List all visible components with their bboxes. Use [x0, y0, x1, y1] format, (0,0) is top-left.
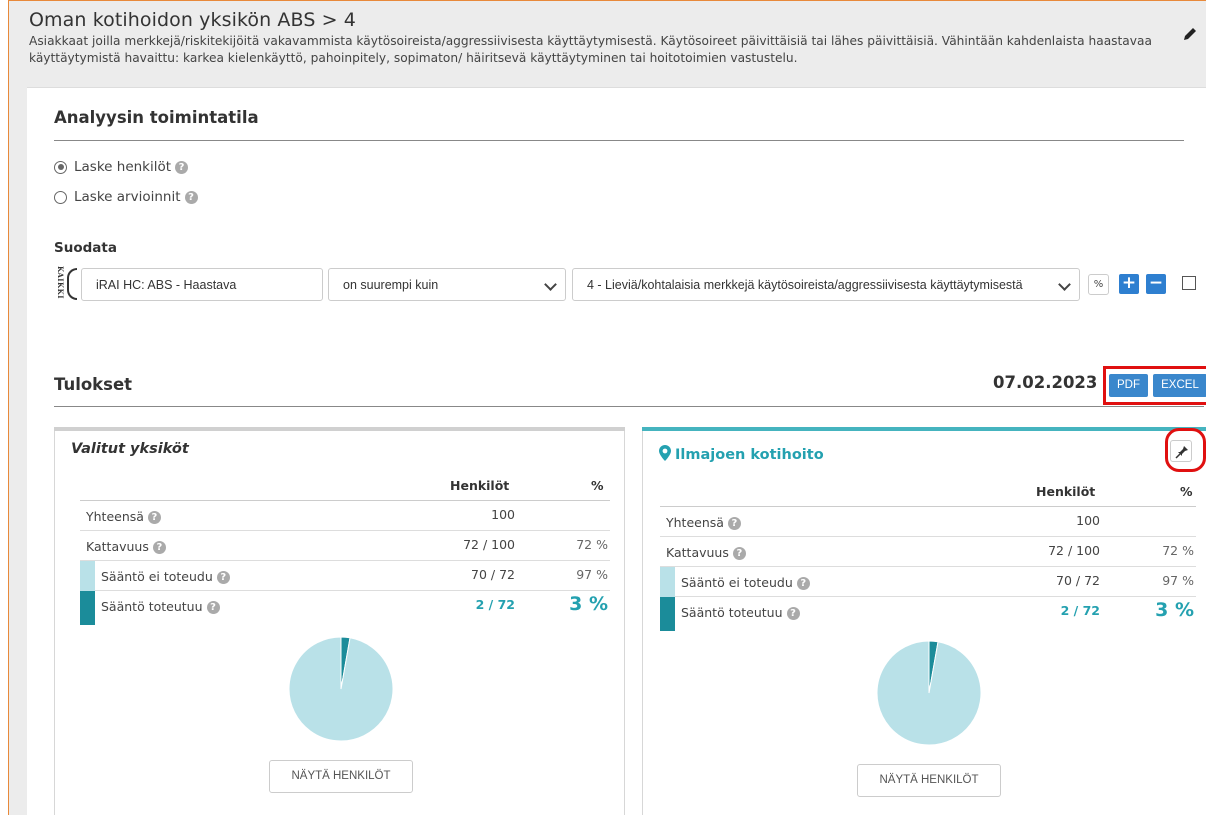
filter-value-text: 4 - Lieviä/kohtalaisia merkkejä käytösoi…	[587, 277, 1023, 292]
legend-swatch	[660, 597, 675, 631]
row-label: Kattavuus?	[666, 545, 746, 560]
col-header-pct: %	[591, 478, 604, 493]
row-label: Sääntö toteutuu?	[101, 599, 220, 614]
app-window: Oman kotihoidon yksikön ABS > 4 Asiakkaa…	[8, 0, 1206, 815]
radio-label: Laske arvioinnit	[74, 189, 181, 205]
table-row: Sääntö ei toteudu? 70 / 72 97 %	[80, 561, 610, 591]
row-label: Sääntö ei toteudu?	[101, 569, 230, 584]
card-title-text: Ilmajoen kotihoito	[675, 447, 824, 463]
row-pct: 72 %	[576, 537, 608, 552]
help-icon[interactable]: ?	[147, 511, 161, 524]
help-icon[interactable]: ?	[184, 190, 198, 204]
page-description: Asiakkaat joilla merkkejä/riskitekijöitä…	[29, 34, 1152, 65]
help-icon[interactable]: ?	[732, 547, 746, 560]
filter-group-label: KAIKKI	[55, 266, 65, 299]
help-icon[interactable]: ?	[175, 160, 189, 174]
pie-slice-rule-not-met	[288, 636, 394, 742]
row-pct: 72 %	[1162, 543, 1194, 558]
row-label: Kattavuus?	[86, 539, 166, 554]
radio-label: Laske henkilöt	[74, 159, 172, 175]
row-label: Sääntö ei toteudu?	[681, 575, 810, 590]
col-header-pct: %	[1180, 484, 1193, 499]
table-row: Sääntö toteutuu? 2 / 72 3 %	[80, 591, 610, 625]
remove-filter-button[interactable]: −	[1146, 274, 1166, 294]
pie-chart	[288, 636, 394, 742]
card-topbar	[642, 427, 1206, 431]
col-header-persons: Henkilöt	[1036, 484, 1096, 499]
card-ilmajoki: Ilmajoen kotihoito Henkilöt % Yhteensä? …	[642, 427, 1206, 815]
show-persons-button[interactable]: NÄYTÄ HENKILÖT	[269, 760, 413, 793]
pencil-icon[interactable]	[1181, 25, 1199, 43]
filter-checkbox[interactable]	[1182, 276, 1196, 290]
table-row: Sääntö toteutuu? 2 / 72 3 %	[660, 597, 1196, 631]
card-selected-units: Valitut yksiköt Henkilöt % Yhteensä? 100…	[54, 427, 625, 815]
col-header-persons: Henkilöt	[450, 478, 510, 493]
filter-title: Suodata	[54, 240, 117, 256]
row-value: 70 / 72	[471, 567, 515, 582]
filter-value-select[interactable]: 4 - Lieviä/kohtalaisia merkkejä käytösoi…	[572, 268, 1080, 301]
percent-button[interactable]: %	[1088, 274, 1109, 295]
row-label: Sääntö toteutuu?	[681, 605, 800, 620]
analysis-panel: Analyysin toimintatila Laske henkilöt ? …	[27, 87, 1206, 815]
chevron-down-icon	[544, 278, 557, 291]
row-pct: 3 %	[569, 593, 608, 615]
row-pct: 97 %	[576, 567, 608, 582]
row-label: Yhteensä?	[86, 509, 161, 524]
page-header: Oman kotihoidon yksikön ABS > 4 Asiakkaa…	[29, 9, 1199, 67]
page-title: Oman kotihoidon yksikön ABS > 4	[29, 9, 356, 31]
filter-group-toggle[interactable]: KAIKKI	[54, 266, 65, 302]
legend-swatch	[660, 567, 675, 597]
pin-highlight	[1165, 428, 1206, 472]
help-icon[interactable]: ?	[216, 571, 230, 584]
row-pct: 97 %	[1162, 573, 1194, 588]
row-value: 100	[491, 507, 515, 522]
table-row: Kattavuus? 72 / 100 72 %	[80, 531, 610, 561]
show-persons-button[interactable]: NÄYTÄ HENKILÖT	[857, 764, 1001, 797]
row-value: 70 / 72	[1056, 573, 1100, 588]
row-pct: 3 %	[1155, 599, 1194, 621]
divider	[54, 406, 1204, 407]
help-icon[interactable]: ?	[727, 517, 741, 530]
table-row: Kattavuus? 72 / 100 72 %	[660, 537, 1196, 567]
card-title: Ilmajoen kotihoito	[659, 445, 824, 463]
table-row: Yhteensä? 100	[80, 501, 610, 531]
chevron-down-icon	[1058, 278, 1071, 291]
radio-selected-icon[interactable]	[54, 160, 67, 174]
row-value: 72 / 100	[1048, 543, 1100, 558]
bracket-decoration	[67, 268, 77, 300]
help-icon[interactable]: ?	[206, 601, 220, 614]
card-title: Valitut yksiköt	[71, 441, 189, 457]
help-icon[interactable]: ?	[152, 541, 166, 554]
results-title: Tulokset	[54, 375, 133, 394]
row-value: 100	[1076, 513, 1100, 528]
divider	[54, 140, 1184, 141]
filter-operator-value: on suurempi kuin	[343, 277, 439, 292]
radio-count-assessments[interactable]: Laske arvioinnit ?	[54, 189, 198, 205]
analysis-mode-title: Analyysin toimintatila	[54, 108, 259, 127]
row-value: 72 / 100	[463, 537, 515, 552]
pie-slice-rule-not-met	[876, 640, 982, 746]
pie-chart	[876, 640, 982, 746]
add-filter-button[interactable]: +	[1119, 274, 1139, 294]
table-row: Yhteensä? 100	[660, 507, 1196, 537]
row-value: 2 / 72	[1060, 603, 1100, 618]
export-highlight: PDF EXCEL	[1103, 366, 1206, 405]
filter-field-input[interactable]: iRAI HC: ABS - Haastava	[81, 268, 323, 301]
row-value: 2 / 72	[475, 597, 515, 612]
legend-swatch	[80, 561, 95, 591]
legend-swatch	[80, 591, 95, 625]
location-pin-icon	[659, 445, 671, 461]
filter-operator-select[interactable]: on suurempi kuin	[328, 268, 566, 301]
help-icon[interactable]: ?	[786, 607, 800, 620]
row-label: Yhteensä?	[666, 515, 741, 530]
help-icon[interactable]: ?	[796, 577, 810, 590]
pdf-button[interactable]: PDF	[1109, 374, 1148, 397]
card-topbar	[54, 427, 625, 431]
results-date: 07.02.2023	[993, 373, 1098, 392]
radio-count-persons[interactable]: Laske henkilöt ?	[54, 159, 189, 175]
table-row: Sääntö ei toteudu? 70 / 72 97 %	[660, 567, 1196, 597]
radio-unselected-icon[interactable]	[54, 190, 67, 204]
excel-button[interactable]: EXCEL	[1153, 374, 1206, 397]
